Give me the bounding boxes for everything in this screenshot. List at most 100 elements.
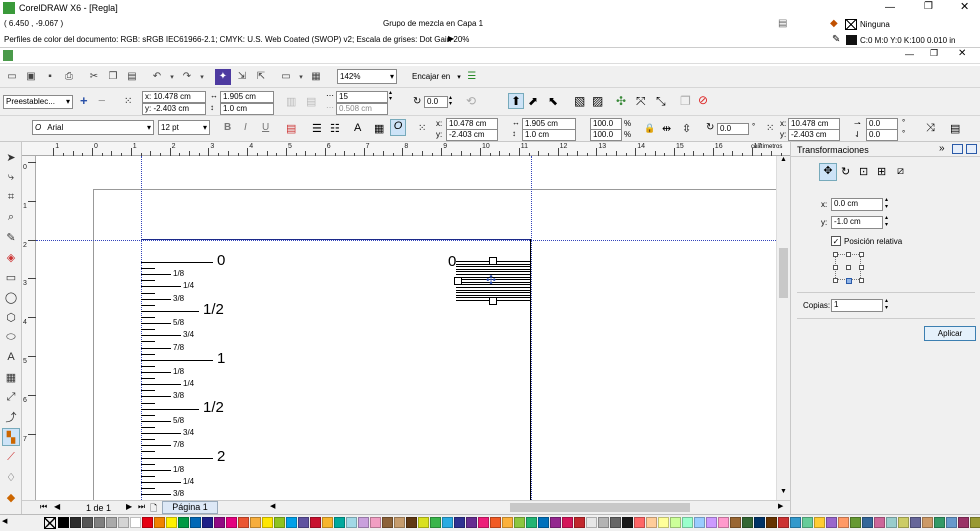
status-settings-icon[interactable]: ▤	[778, 18, 787, 29]
bullets-icon[interactable]: ☰	[312, 122, 322, 135]
chevron-down-icon[interactable]: ▾	[457, 73, 461, 81]
color-swatch[interactable]	[106, 517, 117, 528]
color-swatch[interactable]	[190, 517, 201, 528]
color-swatch[interactable]	[514, 517, 525, 528]
table-tool-icon[interactable]: ▦	[2, 368, 20, 386]
h-scroll-thumb[interactable]	[510, 503, 690, 512]
blend-angle-field[interactable]: 0.0	[424, 96, 448, 108]
color-profile-info[interactable]: Perfiles de color del documento: RGB: sR…	[4, 35, 469, 44]
drop-cap-icon[interactable]: A	[354, 122, 361, 134]
color-swatch[interactable]	[82, 517, 93, 528]
anchor-point[interactable]	[859, 252, 864, 257]
color-swatch[interactable]	[766, 517, 777, 528]
bold-icon[interactable]: B	[224, 122, 231, 133]
docker-x-field[interactable]: 0.0 cm	[831, 198, 883, 211]
color-swatch[interactable]	[490, 517, 501, 528]
shape-tool-icon[interactable]: ⤷	[2, 168, 20, 186]
loop-blend-icon[interactable]: ⟲	[466, 94, 476, 108]
direct-blend-icon[interactable]: ⬆	[508, 93, 524, 109]
relative-checkbox[interactable]: ✓	[831, 236, 841, 246]
blend-center-icon[interactable]: ✣	[486, 273, 496, 287]
color-swatch[interactable]	[406, 517, 417, 528]
object-x-field[interactable]: x: 10.478 cm	[142, 91, 206, 103]
object-width-field[interactable]: 1.905 cm	[220, 91, 274, 103]
color-swatch[interactable]	[814, 517, 825, 528]
skew-mode-icon[interactable]: ⧄	[897, 165, 904, 178]
polygon-tool-icon[interactable]: ⬡	[2, 308, 20, 326]
no-color-swatch[interactable]	[44, 517, 56, 529]
color-swatch[interactable]	[670, 517, 681, 528]
ellipse-tool-icon[interactable]: ◯	[2, 288, 20, 306]
color-swatch[interactable]	[646, 517, 657, 528]
snap-to-menu[interactable]: Encajar en	[412, 72, 450, 81]
anchor-grid[interactable]	[833, 252, 864, 284]
first-page-icon[interactable]: ⏮	[40, 502, 47, 512]
color-swatch[interactable]	[790, 517, 801, 528]
color-swatch[interactable]	[286, 517, 297, 528]
path-properties-icon[interactable]: ⤡	[656, 94, 666, 109]
color-swatch[interactable]	[70, 517, 81, 528]
print-icon[interactable]: ⎙	[61, 69, 77, 85]
color-swatch[interactable]	[658, 517, 669, 528]
next-page-icon[interactable]: ▶	[126, 502, 132, 511]
undo-dropdown-icon[interactable]: ▾	[168, 69, 176, 85]
color-swatch[interactable]	[946, 517, 957, 528]
color-swatch[interactable]	[742, 517, 753, 528]
zoom-tool-icon[interactable]: ⌕	[2, 208, 20, 226]
misc-blend-icon[interactable]: ✣	[616, 94, 626, 108]
welcome-icon[interactable]: ▦	[308, 69, 324, 85]
rotate-mode-icon[interactable]: ↻	[841, 165, 850, 178]
color-swatch[interactable]	[730, 517, 741, 528]
color-swatch[interactable]	[838, 517, 849, 528]
object-height-field[interactable]: 1.0 cm	[220, 103, 274, 115]
object-color-accel-icon[interactable]: ▧	[574, 94, 585, 108]
color-swatch[interactable]	[118, 517, 129, 528]
color-swatch[interactable]	[370, 517, 381, 528]
color-swatch[interactable]	[574, 517, 585, 528]
scroll-right-icon[interactable]: ▶	[778, 502, 783, 510]
mirror-h-icon[interactable]: ⇹	[662, 122, 671, 135]
color-swatch[interactable]	[754, 517, 765, 528]
color-swatch[interactable]	[154, 517, 165, 528]
blend-steps-field[interactable]: 15	[336, 91, 388, 103]
color-swatch[interactable]	[538, 517, 549, 528]
connector-tool-icon[interactable]: ⤴	[2, 408, 20, 426]
copy-blend-icon[interactable]: ❐	[680, 94, 691, 108]
color-swatch[interactable]	[130, 517, 141, 528]
smart-fill-icon[interactable]: ◈	[2, 248, 20, 266]
color-swatch[interactable]	[958, 517, 969, 528]
horizontal-ruler[interactable]: centímetros 1 0 1 2 3 4 5 6 7 8 9 10 11 12 13 14 15 16 17	[22, 142, 790, 156]
undo-icon[interactable]: ↶	[149, 69, 165, 85]
scroll-down-icon[interactable]: ▼	[780, 488, 787, 495]
doc-close-icon[interactable]: ✕	[958, 48, 966, 59]
scale-mode-icon[interactable]: ⊡	[859, 165, 868, 178]
freehand-tool-icon[interactable]: ✎	[2, 228, 20, 246]
font-size-select[interactable]: 12 pt ▾	[158, 120, 210, 135]
numbering-icon[interactable]: ☷	[330, 122, 340, 135]
counterclockwise-blend-icon[interactable]: ⬉	[548, 94, 558, 108]
color-swatch[interactable]	[250, 517, 261, 528]
scroll-left-icon[interactable]: ◀	[270, 502, 275, 510]
color-swatch[interactable]	[238, 517, 249, 528]
docker-y-field[interactable]: -1.0 cm	[831, 216, 883, 229]
color-swatch[interactable]	[142, 517, 153, 528]
anchor-point[interactable]	[833, 252, 838, 257]
color-swatch[interactable]	[166, 517, 177, 528]
y-spinner-icon[interactable]: ▴ ▾	[885, 215, 888, 229]
docker-expand-icon[interactable]: »	[939, 143, 945, 154]
basic-shapes-icon[interactable]: ⬭	[2, 328, 20, 346]
color-swatch[interactable]	[622, 517, 633, 528]
color-swatch[interactable]	[358, 517, 369, 528]
color-swatch[interactable]	[94, 517, 105, 528]
crop-tool-icon[interactable]: ⌗	[2, 188, 20, 206]
scroll-up-icon[interactable]: ▲	[780, 156, 787, 163]
position-mode-icon[interactable]: ✥	[819, 163, 837, 181]
text-y-field[interactable]: -2.403 cm	[446, 129, 498, 141]
align-icon[interactable]: ▤	[286, 122, 296, 135]
save-icon[interactable]: ▪	[42, 69, 58, 85]
color-swatch[interactable]	[418, 517, 429, 528]
anchor-point[interactable]	[846, 252, 851, 257]
accel-sizing-icon[interactable]: ▨	[592, 94, 603, 108]
scale-y-field[interactable]: 100.0	[590, 129, 622, 141]
blend-tool-icon[interactable]: ▚	[2, 428, 20, 446]
